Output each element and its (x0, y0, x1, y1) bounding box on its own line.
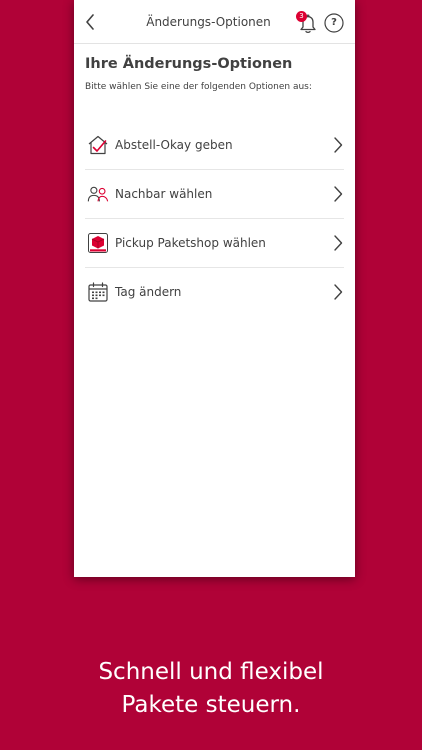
tagline-line-2: Pakete steuern. (121, 692, 301, 718)
option-abstell-okay[interactable]: Abstell-Okay geben (85, 121, 344, 170)
app-screen: Änderungs-Optionen 3 ? Ihre Änderungs-Op… (74, 0, 355, 577)
option-label: Pickup Paketshop wählen (115, 236, 266, 250)
option-nachbar[interactable]: Nachbar wählen (85, 170, 344, 219)
options-heading: Ihre Änderungs-Optionen (85, 56, 293, 72)
chevron-right-icon (334, 284, 343, 300)
option-tag-aendern[interactable]: Tag ändern (85, 268, 344, 316)
pickup-shop-icon (87, 232, 109, 254)
app-header: Änderungs-Optionen 3 ? (74, 0, 355, 44)
notifications-button[interactable]: 3 (296, 11, 320, 35)
help-button[interactable]: ? (324, 13, 344, 33)
house-check-icon (87, 134, 109, 156)
chevron-left-icon (86, 14, 94, 30)
option-label: Tag ändern (115, 285, 182, 299)
back-button[interactable] (80, 10, 100, 34)
chevron-right-icon (334, 235, 343, 251)
tagline-line-1: Schnell und flexibel (98, 659, 324, 685)
page-title: Änderungs-Optionen (146, 15, 271, 29)
promo-tagline: Schnell und flexibel Pakete steuern. (0, 656, 422, 722)
options-list: Abstell-Okay geben Nachbar wählen Pickup… (85, 121, 344, 316)
notification-badge: 3 (296, 11, 307, 22)
help-label: ? (331, 17, 337, 28)
main-content: Ihre Änderungs-Optionen Bitte wählen Sie… (74, 44, 355, 316)
calendar-icon (87, 281, 109, 303)
option-label: Abstell-Okay geben (115, 138, 233, 152)
options-subtitle: Bitte wählen Sie eine der folgenden Opti… (85, 82, 312, 92)
neighbors-icon (87, 183, 109, 205)
option-label: Nachbar wählen (115, 187, 213, 201)
chevron-right-icon (334, 137, 343, 153)
option-pickup-paketshop[interactable]: Pickup Paketshop wählen (85, 219, 344, 268)
chevron-right-icon (334, 186, 343, 202)
